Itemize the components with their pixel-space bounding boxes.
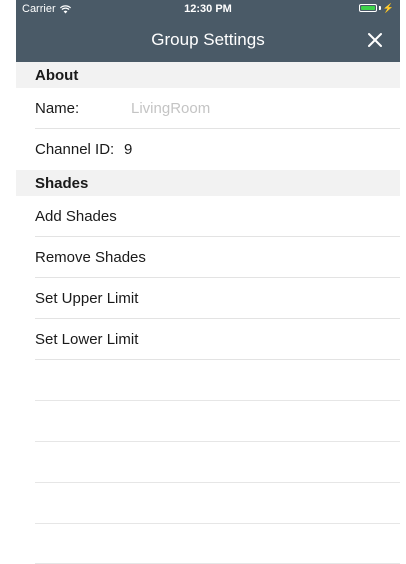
section-title-about: About [35, 67, 79, 84]
close-icon[interactable] [364, 29, 386, 51]
battery-icon [358, 4, 377, 12]
set-upper-limit-row[interactable]: Set Upper Limit [16, 278, 400, 319]
channel-id-row: Channel ID: 9 [16, 129, 400, 170]
navigation-bar: Group Settings [16, 18, 400, 62]
battery-indicator: ⚡ [358, 3, 394, 13]
add-shades-row[interactable]: Add Shades [16, 196, 400, 237]
row-separator [35, 359, 400, 360]
name-label: Name: [35, 100, 80, 117]
name-row: Name: [16, 88, 400, 129]
set-upper-limit-label: Set Upper Limit [35, 290, 139, 307]
remove-shades-label: Remove Shades [35, 249, 146, 266]
group-settings-screen: Carrier 12:30 PM ⚡ Group Settings About … [16, 0, 400, 564]
empty-row-separator [35, 523, 400, 524]
status-bar: Carrier 12:30 PM ⚡ [16, 0, 400, 18]
section-header-shades: Shades [16, 170, 400, 196]
empty-row-separator [35, 441, 400, 442]
name-input[interactable] [131, 98, 381, 118]
status-time: 12:30 PM [184, 3, 232, 15]
battery-tip [378, 6, 381, 10]
add-shades-label: Add Shades [35, 208, 117, 225]
set-lower-limit-row[interactable]: Set Lower Limit [16, 319, 400, 360]
channel-id-label: Channel ID: [35, 141, 115, 158]
empty-row-separator [35, 482, 400, 483]
remove-shades-row[interactable]: Remove Shades [16, 237, 400, 278]
page-title: Group Settings [151, 30, 265, 49]
set-lower-limit-label: Set Lower Limit [35, 331, 139, 348]
section-header-about: About [16, 62, 400, 88]
charging-bolt-icon: ⚡ [382, 3, 394, 13]
channel-id-value: 9 [124, 141, 133, 158]
section-title-shades: Shades [35, 175, 89, 192]
empty-row-separator [35, 400, 400, 401]
battery-level [360, 6, 375, 10]
